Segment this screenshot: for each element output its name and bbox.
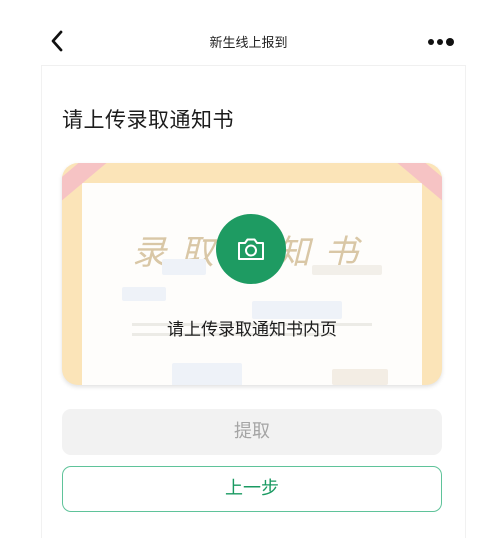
camera-upload-button[interactable] [216,214,286,284]
upload-label: 请上传录取通知书内页 [167,320,337,340]
page-title: 新生线上报到 [209,36,288,51]
extract-button[interactable]: 提取 [62,409,442,455]
section-heading: 请上传录取通知书 [62,108,234,132]
more-button[interactable] [428,36,456,48]
previous-step-button[interactable]: 上一步 [62,466,442,512]
camera-icon [238,238,264,260]
more-dots-icon [428,39,434,45]
